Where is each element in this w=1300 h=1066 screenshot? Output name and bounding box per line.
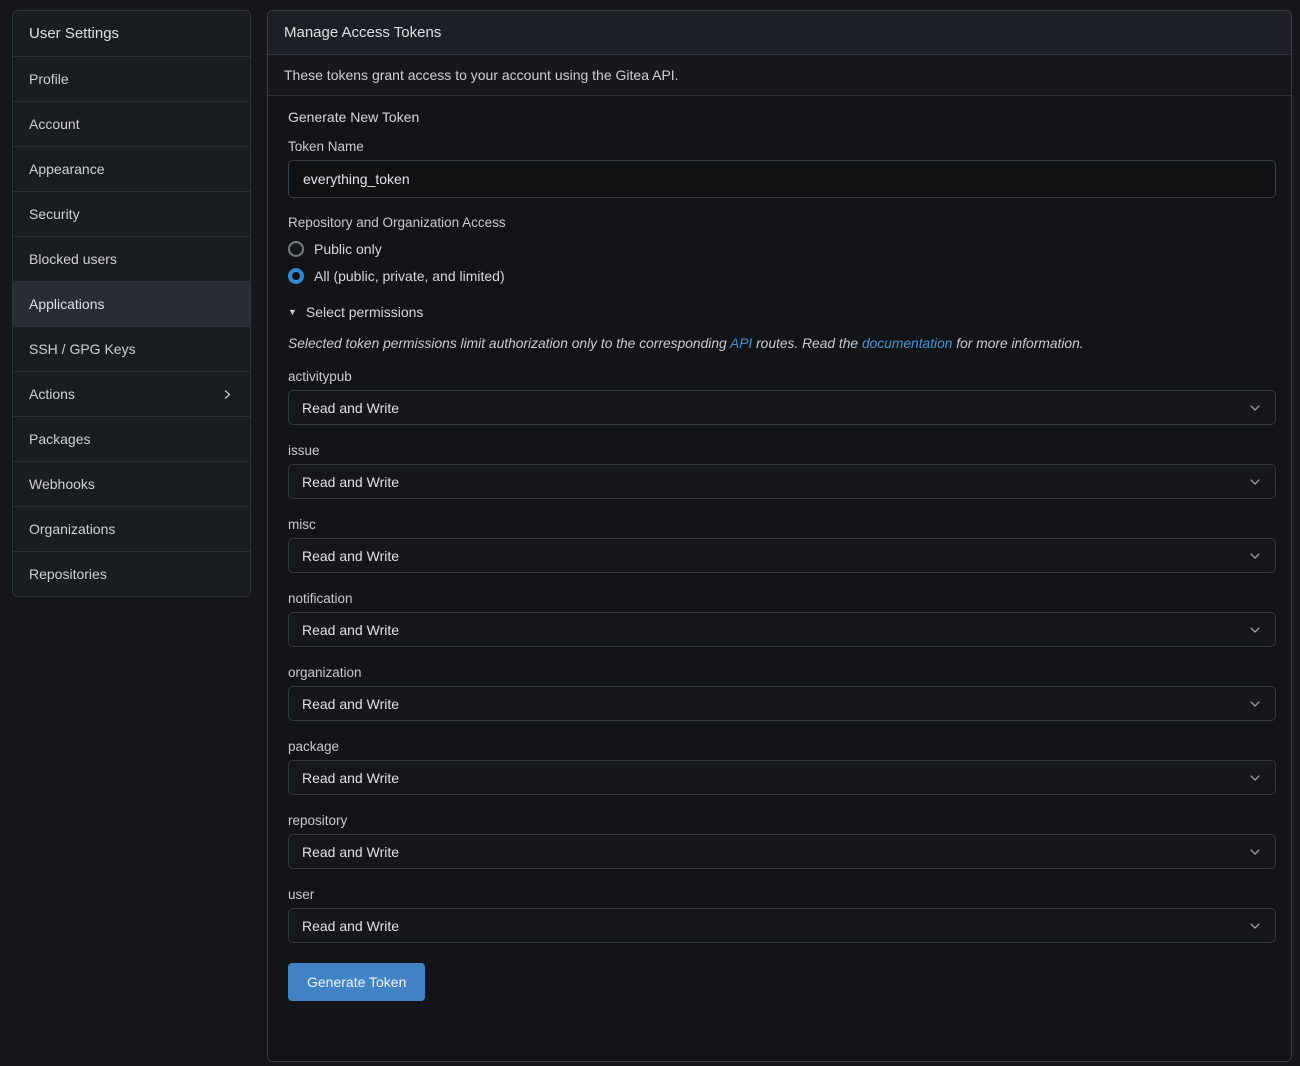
scope-permission-select[interactable]: Read and Write xyxy=(288,760,1276,795)
token-name-input[interactable] xyxy=(288,160,1276,198)
sidebar-title: User Settings xyxy=(13,11,250,56)
sidebar-item[interactable]: Appearance xyxy=(13,146,250,191)
chevron-right-icon xyxy=(221,388,234,401)
section-title: Generate New Token xyxy=(288,109,1276,125)
sidebar-item[interactable]: Profile xyxy=(13,56,250,101)
scope-permission-select[interactable]: Read and Write xyxy=(288,538,1276,573)
select-permissions-toggle[interactable]: ▼ Select permissions xyxy=(288,302,1276,322)
access-radio-option[interactable]: Public only xyxy=(288,238,1276,260)
scope-group: organization Read and Write xyxy=(288,665,1276,721)
manage-access-tokens-panel: Manage Access Tokens These tokens grant … xyxy=(267,10,1292,1062)
triangle-down-icon: ▼ xyxy=(288,308,297,317)
scope-name-label: issue xyxy=(288,443,1276,458)
scope-group: notification Read and Write xyxy=(288,591,1276,647)
scope-name-label: notification xyxy=(288,591,1276,606)
token-name-label: Token Name xyxy=(288,139,1276,154)
sidebar-menu: Profile Account Appearance Security Bloc… xyxy=(13,56,250,596)
sidebar-item-label: Appearance xyxy=(29,161,105,177)
scope-permission-value: Read and Write xyxy=(302,696,399,712)
documentation-link[interactable]: documentation xyxy=(862,336,953,351)
page: User Settings Profile Account Appearance… xyxy=(0,0,1300,1062)
chevron-down-icon xyxy=(1248,697,1262,711)
scope-name-label: misc xyxy=(288,517,1276,532)
scope-name-label: package xyxy=(288,739,1276,754)
sidebar-item-label: Packages xyxy=(29,431,90,447)
user-settings-sidebar: User Settings Profile Account Appearance… xyxy=(12,10,251,597)
radio-label: Public only xyxy=(314,241,382,257)
sidebar-item[interactable]: Account xyxy=(13,101,250,146)
scope-permission-value: Read and Write xyxy=(302,400,399,416)
sidebar-item[interactable]: Applications xyxy=(13,281,250,326)
sidebar-item-label: Actions xyxy=(29,386,75,402)
sidebar-item[interactable]: Organizations xyxy=(13,506,250,551)
access-radio-option[interactable]: All (public, private, and limited) xyxy=(288,265,1276,287)
sidebar-item-label: Profile xyxy=(29,71,69,87)
sidebar-item-label: Account xyxy=(29,116,80,132)
scope-permission-value: Read and Write xyxy=(302,844,399,860)
access-scope-label: Repository and Organization Access xyxy=(288,215,1276,230)
sidebar-item-label: Organizations xyxy=(29,521,115,537)
access-radio-group: Public only All (public, private, and li… xyxy=(288,238,1276,287)
sidebar-item[interactable]: Repositories xyxy=(13,551,250,596)
scope-group: repository Read and Write xyxy=(288,813,1276,869)
scope-name-label: user xyxy=(288,887,1276,902)
note-text: for more information. xyxy=(952,336,1083,351)
chevron-down-icon xyxy=(1248,919,1262,933)
radio-label: All (public, private, and limited) xyxy=(314,268,505,284)
chevron-down-icon xyxy=(1248,475,1262,489)
permissions-note: Selected token permissions limit authori… xyxy=(288,336,1276,351)
note-text: routes. Read the xyxy=(752,336,862,351)
scope-permission-value: Read and Write xyxy=(302,770,399,786)
sidebar-item-label: SSH / GPG Keys xyxy=(29,341,136,357)
chevron-down-icon xyxy=(1248,549,1262,563)
sidebar-item-label: Webhooks xyxy=(29,476,95,492)
sidebar-item[interactable]: Blocked users xyxy=(13,236,250,281)
sidebar-item-label: Blocked users xyxy=(29,251,117,267)
scope-permission-value: Read and Write xyxy=(302,622,399,638)
api-link[interactable]: API xyxy=(730,336,752,351)
sidebar-item[interactable]: Security xyxy=(13,191,250,236)
scope-permission-value: Read and Write xyxy=(302,548,399,564)
radio-icon xyxy=(288,241,304,257)
chevron-down-icon xyxy=(1248,845,1262,859)
panel-title: Manage Access Tokens xyxy=(268,11,1291,55)
scope-permission-select[interactable]: Read and Write xyxy=(288,612,1276,647)
sidebar-item[interactable]: Actions xyxy=(13,371,250,416)
scope-group: misc Read and Write xyxy=(288,517,1276,573)
sidebar-item-label: Repositories xyxy=(29,566,107,582)
generate-token-button[interactable]: Generate Token xyxy=(288,963,425,1001)
scope-permission-select[interactable]: Read and Write xyxy=(288,686,1276,721)
scope-permission-select[interactable]: Read and Write xyxy=(288,390,1276,425)
generate-token-form: Generate New Token Token Name Repository… xyxy=(268,96,1291,1061)
scope-permission-select[interactable]: Read and Write xyxy=(288,464,1276,499)
radio-icon xyxy=(288,268,304,284)
sidebar-item-label: Security xyxy=(29,206,80,222)
note-text: Selected token permissions limit authori… xyxy=(288,336,730,351)
sidebar-item[interactable]: SSH / GPG Keys xyxy=(13,326,250,371)
chevron-down-icon xyxy=(1248,623,1262,637)
scope-group: activitypub Read and Write xyxy=(288,369,1276,425)
scope-permission-value: Read and Write xyxy=(302,918,399,934)
chevron-down-icon xyxy=(1248,401,1262,415)
scope-name-label: activitypub xyxy=(288,369,1276,384)
scope-name-label: organization xyxy=(288,665,1276,680)
panel-description: These tokens grant access to your accoun… xyxy=(268,55,1291,96)
sidebar-item-label: Applications xyxy=(29,296,105,312)
sidebar-item[interactable]: Packages xyxy=(13,416,250,461)
chevron-down-icon xyxy=(1248,771,1262,785)
scope-name-label: repository xyxy=(288,813,1276,828)
sidebar-item[interactable]: Webhooks xyxy=(13,461,250,506)
scope-group: package Read and Write xyxy=(288,739,1276,795)
scope-group: issue Read and Write xyxy=(288,443,1276,499)
select-permissions-label: Select permissions xyxy=(306,304,424,320)
scope-permission-select[interactable]: Read and Write xyxy=(288,908,1276,943)
scope-permission-select[interactable]: Read and Write xyxy=(288,834,1276,869)
scope-group: user Read and Write xyxy=(288,887,1276,943)
scope-selects: activitypub Read and Write issue Read an… xyxy=(288,369,1276,943)
scope-permission-value: Read and Write xyxy=(302,474,399,490)
